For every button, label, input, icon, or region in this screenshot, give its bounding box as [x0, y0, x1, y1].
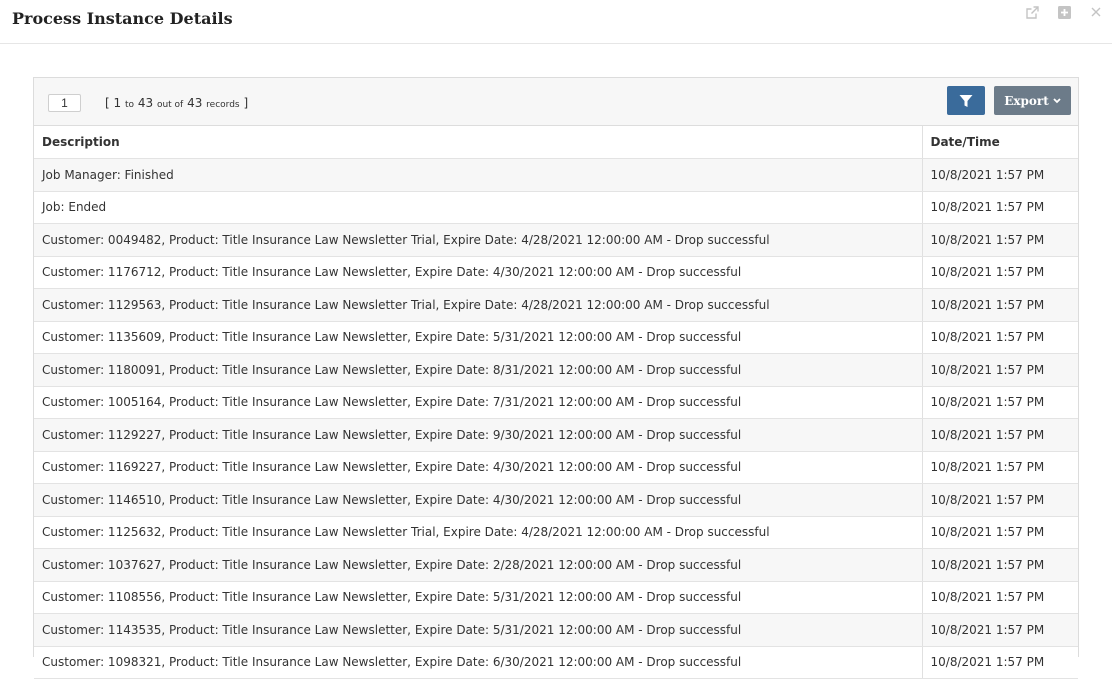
export-label: Export: [1004, 93, 1049, 108]
description-cell: Customer: 1176712, Product: Title Insura…: [34, 256, 922, 289]
description-cell: Customer: 1180091, Product: Title Insura…: [34, 353, 922, 387]
datetime-cell: 10/8/2021 1:57 PM: [921, 613, 1078, 647]
datetime-cell: 10/8/2021 1:57 PM: [921, 418, 1078, 452]
table-row[interactable]: Customer: 1146510, Product: Title Insura…: [34, 483, 1078, 517]
column-header-description[interactable]: Description: [34, 126, 922, 159]
filter-icon: [959, 94, 973, 107]
table-row[interactable]: Customer: 1176712, Product: Title Insura…: [34, 256, 1078, 289]
table-row[interactable]: Customer: 1108556, Product: Title Insura…: [34, 581, 1078, 614]
description-cell: Customer: 1129563, Product: Title Insura…: [34, 288, 922, 322]
description-cell: Customer: 1143535, Product: Title Insura…: [34, 613, 922, 647]
grid-toolbar: 1 [ 1 to 43 out of 43 records ] Export: [34, 78, 1078, 126]
table-row[interactable]: Customer: 0049482, Product: Title Insura…: [34, 223, 1078, 257]
datetime-cell: 10/8/2021 1:57 PM: [921, 581, 1078, 614]
maximize-icon[interactable]: [1056, 4, 1072, 20]
description-cell: Customer: 1037627, Product: Title Insura…: [34, 548, 922, 582]
description-cell: Customer: 1108556, Product: Title Insura…: [34, 581, 922, 614]
description-cell: Customer: 1098321, Product: Title Insura…: [34, 646, 922, 679]
close-icon[interactable]: [1088, 4, 1104, 20]
datetime-cell: 10/8/2021 1:57 PM: [921, 646, 1078, 679]
table-row[interactable]: Customer: 1143535, Product: Title Insura…: [34, 613, 1078, 647]
table-row[interactable]: Customer: 1129563, Product: Title Insura…: [34, 288, 1078, 322]
datetime-cell: 10/8/2021 1:57 PM: [921, 256, 1078, 289]
table-row[interactable]: Job Manager: Finished 10/8/2021 1:57 PM: [34, 158, 1078, 192]
page-number-input[interactable]: 1: [48, 94, 81, 112]
table-header-row: Description Date/Time: [34, 126, 1078, 159]
datetime-cell: 10/8/2021 1:57 PM: [921, 516, 1078, 549]
table-body: Job Manager: Finished 10/8/2021 1:57 PM Jo…: [34, 158, 1078, 679]
records-table: Description Date/Time Job Manager: Finis…: [34, 126, 1078, 679]
table-row[interactable]: Customer: 1005164, Product: Title Insura…: [34, 386, 1078, 419]
datetime-cell: 10/8/2021 1:57 PM: [921, 483, 1078, 517]
description-cell: Customer: 1125632, Product: Title Insura…: [34, 516, 922, 549]
dialog-title: Process Instance Details: [12, 9, 233, 28]
table-row[interactable]: Customer: 1169227, Product: Title Insura…: [34, 451, 1078, 484]
description-cell: Customer: 1146510, Product: Title Insura…: [34, 483, 922, 517]
table-row[interactable]: Customer: 1125632, Product: Title Insura…: [34, 516, 1078, 549]
description-cell: Customer: 1169227, Product: Title Insura…: [34, 451, 922, 484]
datetime-cell: 10/8/2021 1:57 PM: [921, 451, 1078, 484]
table-row[interactable]: Job: Ended 10/8/2021 1:57 PM: [34, 191, 1078, 224]
description-cell: Customer: 0049482, Product: Title Insura…: [34, 223, 922, 257]
chevron-down-icon: [1053, 97, 1061, 103]
window-controls: [1024, 4, 1104, 20]
dialog-header: Process Instance Details: [0, 0, 1112, 44]
datetime-cell: 10/8/2021 1:57 PM: [921, 191, 1078, 224]
filter-button[interactable]: [947, 86, 985, 115]
description-cell: Job: Ended: [34, 191, 922, 224]
description-cell: Customer: 1005164, Product: Title Insura…: [34, 386, 922, 419]
records-panel: 1 [ 1 to 43 out of 43 records ] Export D…: [33, 77, 1079, 679]
datetime-cell: 10/8/2021 1:57 PM: [921, 158, 1078, 192]
export-button[interactable]: Export: [994, 86, 1071, 115]
datetime-cell: 10/8/2021 1:57 PM: [921, 386, 1078, 419]
table-row[interactable]: Customer: 1135609, Product: Title Insura…: [34, 321, 1078, 354]
datetime-cell: 10/8/2021 1:57 PM: [921, 548, 1078, 582]
column-header-datetime[interactable]: Date/Time: [921, 126, 1078, 159]
datetime-cell: 10/8/2021 1:57 PM: [921, 353, 1078, 387]
records-summary: [ 1 to 43 out of 43 records ]: [105, 96, 249, 110]
table-row[interactable]: Customer: 1129227, Product: Title Insura…: [34, 418, 1078, 452]
table-row[interactable]: Customer: 1180091, Product: Title Insura…: [34, 353, 1078, 387]
table-row[interactable]: Customer: 1037627, Product: Title Insura…: [34, 548, 1078, 582]
description-cell: Job Manager: Finished: [34, 158, 922, 192]
description-cell: Customer: 1129227, Product: Title Insura…: [34, 418, 922, 452]
datetime-cell: 10/8/2021 1:57 PM: [921, 288, 1078, 322]
description-cell: Customer: 1135609, Product: Title Insura…: [34, 321, 922, 354]
popout-icon[interactable]: [1024, 4, 1040, 20]
datetime-cell: 10/8/2021 1:57 PM: [921, 321, 1078, 354]
table-row[interactable]: Customer: 1098321, Product: Title Insura…: [34, 646, 1078, 679]
datetime-cell: 10/8/2021 1:57 PM: [921, 223, 1078, 257]
